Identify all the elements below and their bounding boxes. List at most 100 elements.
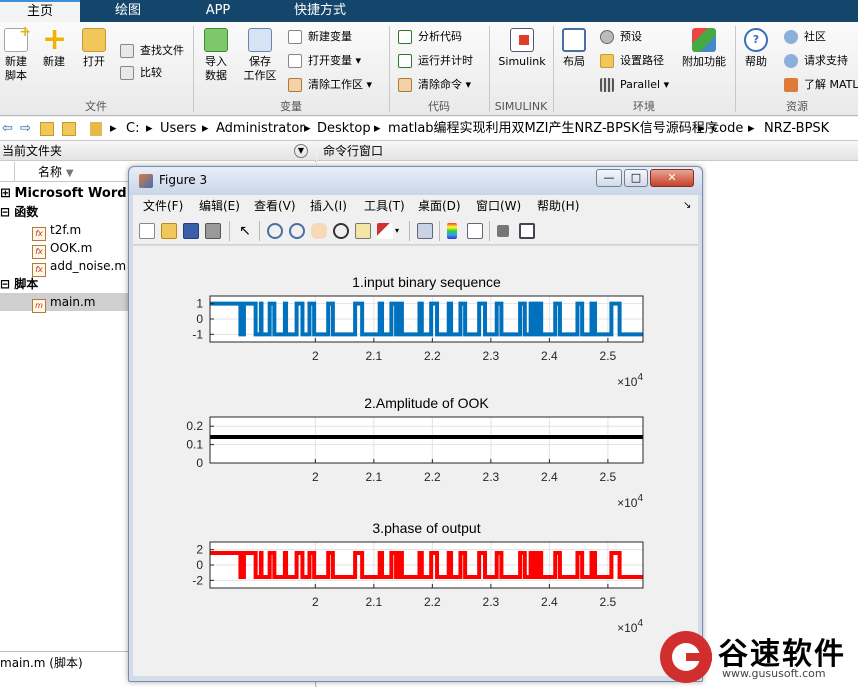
- path-segment[interactable]: Users: [160, 117, 196, 141]
- collapse-icon[interactable]: ⊟: [0, 203, 10, 221]
- new-figure-icon[interactable]: [139, 223, 155, 239]
- figure-titlebar[interactable]: Figure 3 — □ ✕: [129, 167, 702, 195]
- menu-edit[interactable]: 编辑(E): [199, 195, 240, 217]
- menu-file[interactable]: 文件(F): [143, 195, 183, 217]
- back-icon[interactable]: ⇦: [2, 117, 13, 141]
- new-button[interactable]: + 新建: [40, 25, 68, 69]
- path-separator: ▸: [146, 121, 153, 136]
- layout-button[interactable]: 布局: [560, 28, 588, 69]
- request-support-button[interactable]: 请求支持: [784, 52, 848, 70]
- maximize-button[interactable]: □: [624, 169, 648, 187]
- browse-folder-icon[interactable]: [62, 122, 76, 136]
- clear-workspace-button[interactable]: 清除工作区 ▾: [288, 76, 372, 94]
- x-tick-label: 2.4: [541, 349, 558, 363]
- y-tick-label: 0: [196, 312, 203, 326]
- file-item[interactable]: fx add_noise.m: [32, 257, 126, 277]
- compare-icon: [120, 66, 134, 80]
- pointer-icon[interactable]: ↖: [237, 223, 253, 239]
- x-tick-label: 2.3: [483, 595, 500, 609]
- analyze-code-button[interactable]: 分析代码: [398, 28, 462, 46]
- save-workspace-button[interactable]: 保存 工作区: [240, 28, 280, 83]
- show-plot-tools-icon[interactable]: [519, 223, 535, 239]
- file-item[interactable]: fx OOK.m: [32, 239, 92, 259]
- x-tick-label: 2.3: [483, 470, 500, 484]
- path-segment[interactable]: matlab编程实现利用双MZI产生NRZ-BPSK信号源码程序: [388, 117, 718, 141]
- import-data-button[interactable]: 导入 数据: [200, 28, 232, 83]
- x-tick-label: 2.1: [365, 349, 382, 363]
- close-button[interactable]: ✕: [650, 169, 694, 187]
- figure-window[interactable]: Figure 3 — □ ✕ 文件(F) 编辑(E) 查看(V) 插入(I) 工…: [128, 166, 703, 682]
- tree-group-functions[interactable]: ⊟ 函数: [0, 203, 38, 221]
- print-icon[interactable]: [205, 223, 221, 239]
- menu-view[interactable]: 查看(V): [254, 195, 296, 217]
- run-and-time-button[interactable]: 运行并计时: [398, 52, 473, 70]
- find-files-button[interactable]: 查找文件: [120, 42, 184, 60]
- open-variable-button[interactable]: 打开变量 ▾: [288, 52, 361, 70]
- tree-group-scripts[interactable]: ⊟ 脚本: [0, 275, 38, 293]
- zoom-out-icon[interactable]: [289, 223, 305, 239]
- new-script-button[interactable]: + 新建 脚本: [2, 25, 31, 83]
- community-icon: [784, 30, 798, 44]
- new-variable-button[interactable]: 新建变量: [288, 28, 352, 46]
- zoom-in-icon[interactable]: [267, 223, 283, 239]
- open-button[interactable]: 打开: [80, 28, 108, 69]
- rotate-icon[interactable]: [333, 223, 349, 239]
- file-item[interactable]: fx t2f.m: [32, 221, 81, 241]
- path-segment[interactable]: Administrator: [216, 117, 305, 141]
- brush-dropdown-icon[interactable]: ▾: [395, 223, 403, 239]
- path-drive[interactable]: C:: [126, 117, 139, 141]
- simulink-icon: [510, 28, 534, 52]
- open-icon[interactable]: [161, 223, 177, 239]
- preferences-button[interactable]: 预设: [600, 28, 642, 46]
- parallel-button[interactable]: Parallel ▾: [600, 76, 669, 94]
- up-folder-icon[interactable]: [40, 122, 54, 136]
- menu-window[interactable]: 窗口(W): [476, 195, 521, 217]
- learn-matlab-button[interactable]: 了解 MATL: [784, 76, 858, 94]
- link-icon[interactable]: [417, 223, 433, 239]
- tree-group-word[interactable]: ⊞ Microsoft Word 文: [0, 185, 144, 203]
- simulink-button[interactable]: Simulink: [494, 28, 550, 69]
- set-path-button[interactable]: 设置路径: [600, 52, 664, 70]
- menu-help[interactable]: 帮助(H): [537, 195, 579, 217]
- tab-shortcuts[interactable]: 快捷方式: [264, 0, 376, 22]
- hide-plot-tools-icon[interactable]: [497, 225, 509, 237]
- figure-canvas[interactable]: 1.input binary sequence 2 2.1 2.2 2.3 2.4 2.5 -…: [133, 246, 698, 676]
- path-segment[interactable]: code: [712, 117, 743, 141]
- tab-home[interactable]: 主页: [0, 0, 80, 22]
- dock-arrow-icon[interactable]: ↘: [683, 195, 691, 217]
- parallel-icon: [600, 78, 614, 92]
- y-tick-label: -1: [192, 327, 203, 341]
- watermark: 谷速软件 www.gususoft.com: [658, 627, 858, 687]
- x-exponent-label: ×104: [617, 372, 643, 389]
- x-tick-label: 2.2: [424, 470, 441, 484]
- x-tick-label: 2.5: [600, 349, 617, 363]
- expand-icon[interactable]: ⊞: [0, 185, 11, 203]
- tab-apps[interactable]: APP: [176, 0, 260, 22]
- path-segment[interactable]: NRZ-BPSK: [764, 117, 829, 141]
- brush-icon[interactable]: [377, 223, 393, 239]
- legend-icon[interactable]: [467, 223, 483, 239]
- community-button[interactable]: 社区: [784, 28, 826, 46]
- minimize-button[interactable]: —: [596, 169, 622, 187]
- menu-tools[interactable]: 工具(T): [364, 195, 405, 217]
- group-environment: 环境: [633, 100, 655, 113]
- menu-desktop[interactable]: 桌面(D): [418, 195, 461, 217]
- help-button[interactable]: ? 帮助: [742, 28, 770, 69]
- add-ons-button[interactable]: 附加功能: [680, 28, 728, 69]
- data-cursor-icon[interactable]: [355, 223, 371, 239]
- save-icon[interactable]: [183, 223, 199, 239]
- pan-icon[interactable]: [311, 223, 327, 239]
- path-separator: ▸: [748, 121, 755, 136]
- compare-button[interactable]: 比较: [120, 64, 162, 82]
- toolbar-separator: [439, 221, 440, 241]
- new-script-icon: +: [4, 25, 31, 52]
- panel-menu-icon[interactable]: ▼: [294, 144, 308, 158]
- clear-commands-button[interactable]: 清除命令 ▾: [398, 76, 471, 94]
- forward-icon[interactable]: ⇨: [20, 117, 31, 141]
- colorbar-icon[interactable]: [447, 223, 457, 239]
- collapse-icon[interactable]: ⊟: [0, 275, 10, 293]
- path-segment[interactable]: Desktop: [317, 117, 371, 141]
- menu-insert[interactable]: 插入(I): [310, 195, 347, 217]
- tab-plots[interactable]: 绘图: [84, 0, 172, 22]
- toolstrip-ribbon: + 新建 脚本 + 新建 打开 查找文件 比较 文件 导入 数据 保存 工作区 …: [0, 22, 858, 116]
